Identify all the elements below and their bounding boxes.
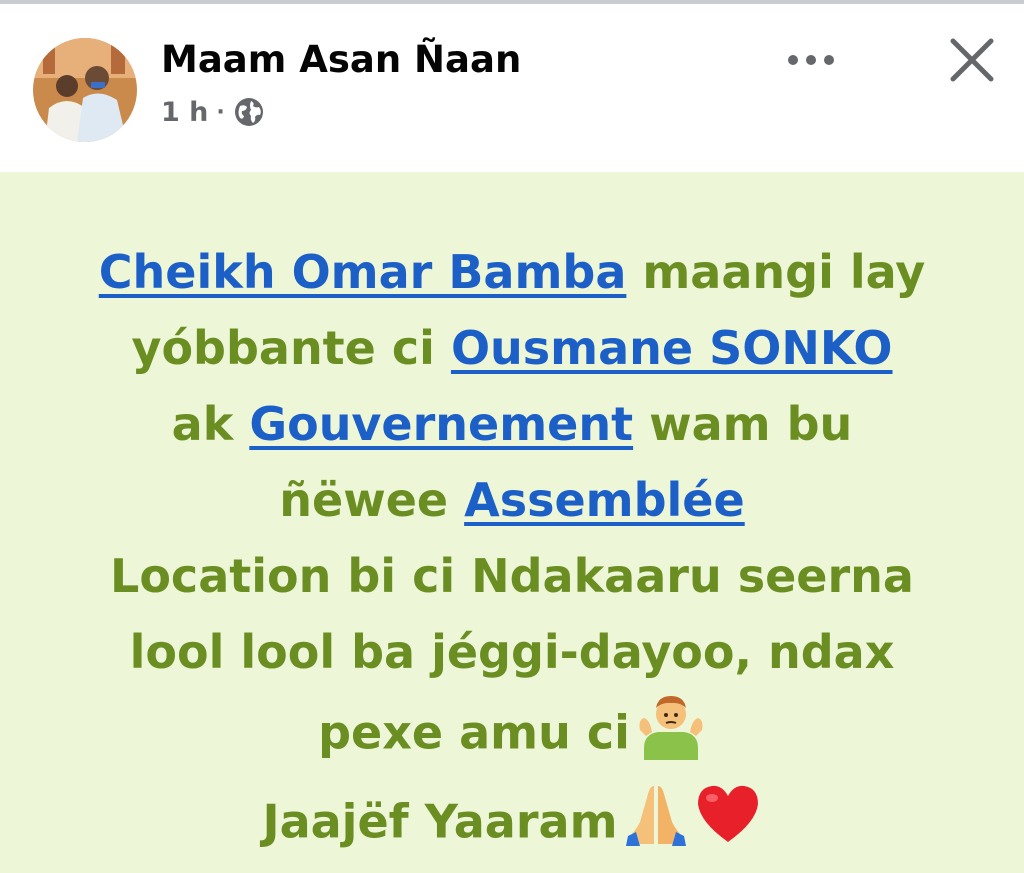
more-options-icon (788, 55, 834, 65)
text-line-6: lool lool ba jéggi-dayoo, ndax (129, 625, 895, 679)
author-name[interactable]: Maam Asan Ñaan (161, 38, 521, 81)
text-segment: wam bu (633, 397, 853, 451)
text-segment: pexe amu ci (318, 705, 630, 760)
text-line-5: Location bi ci Ndakaaru seerna (110, 549, 914, 603)
text-segment: maangi lay (626, 245, 926, 299)
more-options-button[interactable] (780, 42, 842, 78)
close-icon (950, 38, 994, 82)
post-header: Maam Asan Ñaan 1 h · (0, 4, 1024, 172)
text-line-7: pexe amu ci (40, 690, 984, 782)
meta-separator: · (216, 99, 225, 125)
text-line-3: ak Gouvernement wam bu (40, 386, 984, 462)
post-meta: 1 h · (161, 96, 265, 128)
text-line-1: Cheikh Omar Bamba maangi lay (40, 234, 984, 310)
tag-assemblee[interactable]: Assemblée (464, 473, 745, 527)
shrugging-man-emoji (636, 690, 706, 782)
post-text: Cheikh Omar Bamba maangi lay yóbbante ci… (40, 234, 984, 868)
red-heart-emoji (694, 782, 762, 868)
tag-cheikh-omar-bamba[interactable]: Cheikh Omar Bamba (99, 245, 627, 299)
text-segment: yóbbante ci (131, 321, 451, 375)
text-segment: ak (171, 397, 250, 451)
folded-hands-emoji (624, 782, 688, 868)
post-time[interactable]: 1 h (161, 97, 208, 128)
tag-gouvernement[interactable]: Gouvernement (249, 397, 633, 451)
avatar[interactable] (33, 38, 137, 142)
text-line-8: Jaajëf Yaaram (40, 782, 984, 868)
text-segment: Jaajëf Yaaram (262, 794, 618, 849)
text-line-4: ñëwee Assemblée (40, 462, 984, 538)
text-segment: ñëwee (279, 473, 465, 527)
tag-ousmane-sonko[interactable]: Ousmane SONKO (451, 321, 893, 375)
text-line-2: yóbbante ci Ousmane SONKO (40, 310, 984, 386)
globe-icon (233, 96, 265, 128)
close-button[interactable] (944, 32, 1000, 88)
post-body: Cheikh Omar Bamba maangi lay yóbbante ci… (0, 172, 1024, 873)
